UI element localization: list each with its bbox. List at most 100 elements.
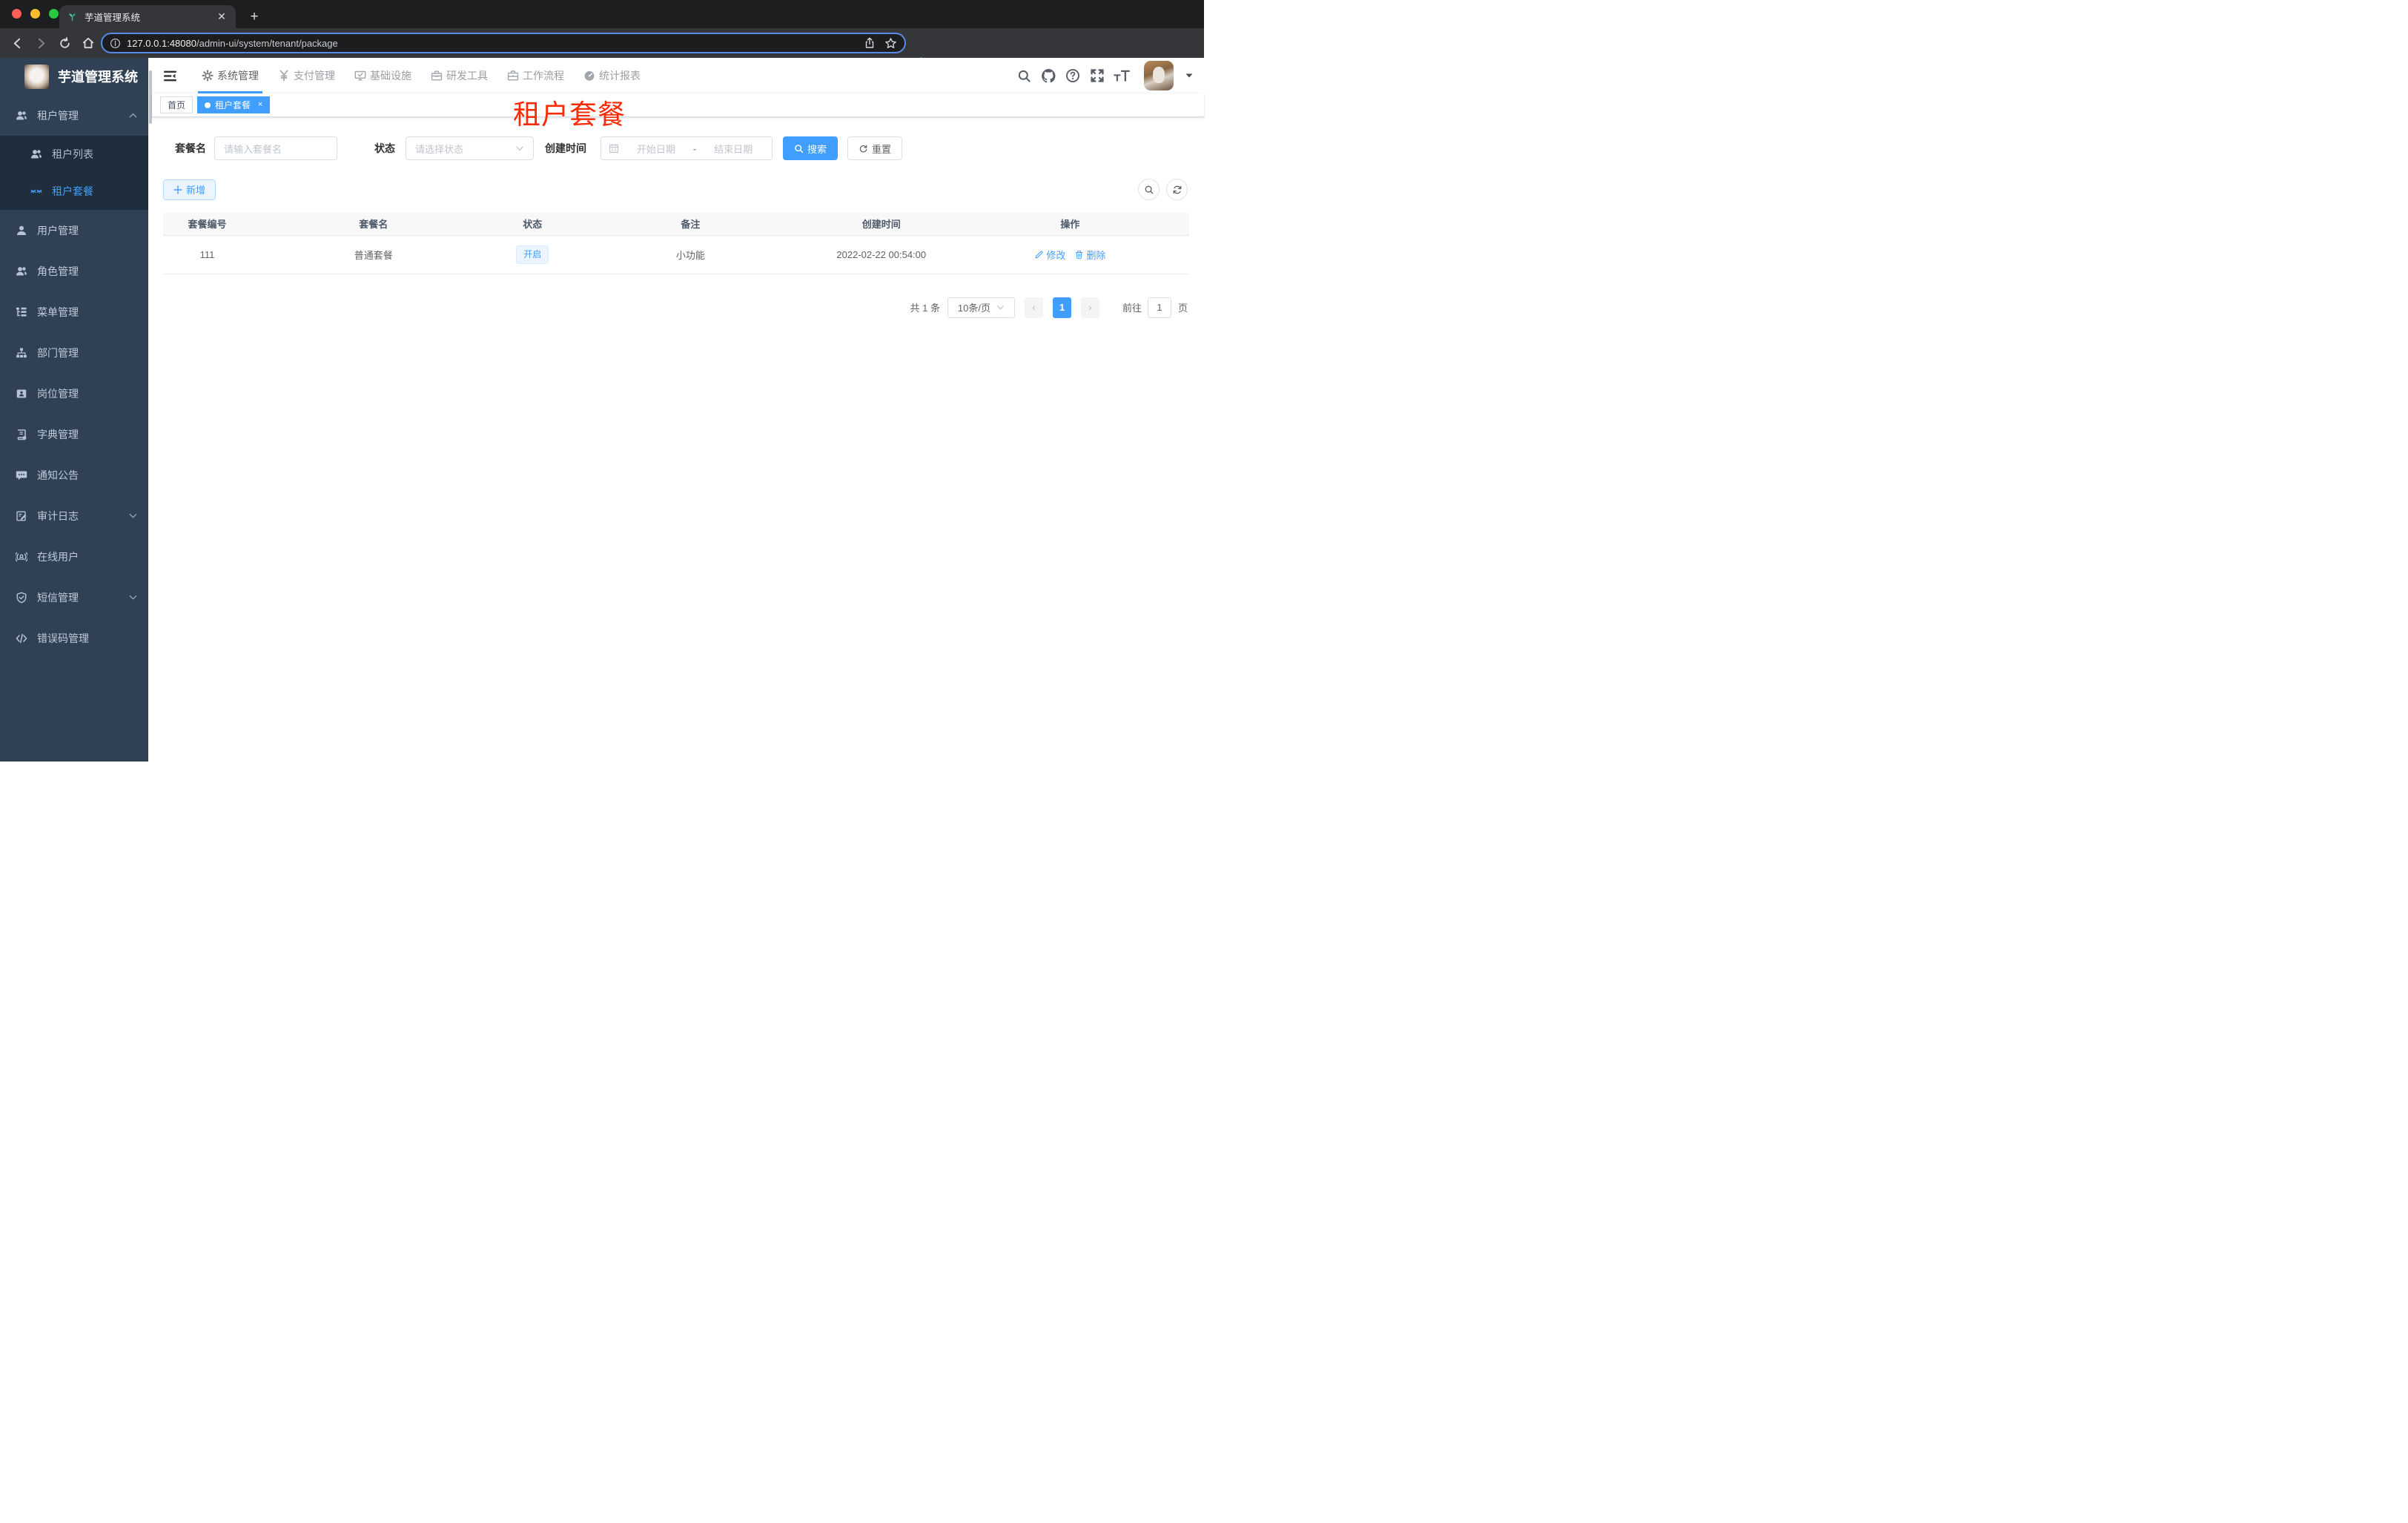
top-menu-支付管理[interactable]: 支付管理	[268, 58, 345, 93]
filter-form: 套餐名 请输入套餐名 状态 请选择状态 创建时间 开始日期 - 结束日期 搜索	[175, 136, 1189, 160]
sidebar-item-label: 短信管理	[37, 591, 79, 604]
status-label: 状态	[374, 142, 395, 154]
status-badge[interactable]: 开启	[516, 245, 549, 264]
arrow-down-icon	[128, 592, 138, 602]
add-button[interactable]: 新增	[163, 179, 216, 200]
sidebar-item-审计日志[interactable]: 审计日志	[0, 495, 148, 536]
sidebar-item-label: 审计日志	[37, 509, 79, 522]
sidebar-submenu: 租户列表 租户套餐	[0, 136, 148, 210]
lashes-icon	[30, 185, 42, 197]
tag-close-icon[interactable]: ×	[255, 100, 265, 110]
users-icon	[16, 265, 27, 277]
share-icon[interactable]	[864, 37, 876, 49]
avatar-caret-down-icon[interactable]	[1185, 71, 1194, 80]
help-icon[interactable]	[1065, 67, 1081, 84]
start-date-placeholder[interactable]: 开始日期	[625, 142, 687, 156]
table-header-套餐编号: 套餐编号	[163, 213, 252, 235]
table-header-创建时间: 创建时间	[811, 213, 951, 235]
sidebar-item-角色管理[interactable]: 角色管理	[0, 251, 148, 291]
app-logo[interactable]: 芋道管理系统	[0, 58, 148, 95]
browser-toolbar: 127.0.0.1:48080/admin-ui/system/tenant/p…	[0, 28, 1204, 81]
fullscreen-icon[interactable]	[1089, 67, 1105, 84]
tag-首页[interactable]: 首页	[160, 96, 194, 113]
sidebar-item-label: 错误码管理	[37, 632, 89, 644]
user-avatar[interactable]	[1144, 61, 1174, 90]
chevron-down-icon	[515, 144, 524, 153]
log-icon	[16, 510, 27, 522]
top-menu-基础设施[interactable]: 基础设施	[345, 58, 421, 93]
top-menu-统计报表[interactable]: 统计报表	[574, 58, 650, 93]
bookmark-star-icon[interactable]	[884, 37, 897, 50]
next-page-button[interactable]: ›	[1080, 297, 1099, 318]
url-host: 127.0.0.1:48080	[127, 37, 196, 49]
goto-page-input[interactable]: 1	[1147, 297, 1171, 318]
minimize-window-button[interactable]	[30, 9, 40, 19]
sidebar-subitem-租户列表[interactable]: 租户列表	[0, 136, 148, 173]
current-page-button[interactable]: 1	[1052, 297, 1071, 318]
top-navbar: 系统管理 支付管理 基础设施 研发工具 工作流程 统计报表	[152, 58, 1204, 93]
tab-close-icon[interactable]: ✕	[215, 10, 228, 24]
url-bar[interactable]: 127.0.0.1:48080/admin-ui/system/tenant/p…	[101, 33, 906, 53]
top-menu-工作流程[interactable]: 工作流程	[497, 58, 574, 93]
arrow-down-icon	[128, 511, 138, 521]
page-size-select[interactable]: 10条/页	[947, 297, 1015, 318]
top-menu-label: 支付管理	[294, 70, 335, 82]
cell-created-time: 2022-02-22 00:54:00	[811, 235, 951, 274]
font-size-icon[interactable]	[1114, 67, 1130, 84]
reset-button[interactable]: 重置	[847, 136, 903, 160]
url-text[interactable]: 127.0.0.1:48080/admin-ui/system/tenant/p…	[127, 38, 855, 49]
top-menu-研发工具[interactable]: 研发工具	[421, 58, 497, 93]
sidebar-item-用户管理[interactable]: 用户管理	[0, 210, 148, 251]
sidebar-item-部门管理[interactable]: 部门管理	[0, 332, 148, 373]
red-annotation-text: 租户套餐	[513, 99, 626, 130]
sidebar-item-通知公告[interactable]: 通知公告	[0, 455, 148, 495]
date-range-picker[interactable]: 开始日期 - 结束日期	[601, 136, 773, 160]
sidebar-collapse-icon[interactable]	[161, 67, 179, 85]
search-button[interactable]: 搜索	[783, 136, 838, 160]
show-search-toggle-button[interactable]	[1138, 179, 1160, 200]
code-icon	[16, 632, 27, 644]
close-window-button[interactable]	[12, 9, 22, 19]
pagination-total: 共 1 条	[910, 303, 940, 314]
delete-link[interactable]: 删除	[1074, 248, 1105, 262]
sidebar-item-label: 菜单管理	[37, 305, 79, 318]
sidebar-subitem-租户套餐[interactable]: 租户套餐	[0, 173, 148, 210]
chevron-down-icon	[996, 303, 1005, 311]
sidebar-item-在线用户[interactable]: 在线用户	[0, 536, 148, 577]
cell-status: 开启	[495, 235, 570, 274]
table-header-套餐名: 套餐名	[251, 213, 496, 235]
github-icon[interactable]	[1040, 67, 1056, 84]
tag-租户套餐[interactable]: 租户套餐 ×	[197, 96, 271, 113]
page-size-value: 10条/页	[957, 303, 990, 314]
top-menu-系统管理[interactable]: 系统管理	[192, 58, 268, 93]
table-row: 111 普通套餐 开启 小功能 2022-02-22 00:54:00 修改 删除	[163, 235, 1189, 274]
sidebar-item-菜单管理[interactable]: 菜单管理	[0, 291, 148, 332]
site-info-icon[interactable]	[110, 38, 121, 49]
sidebar-item-错误码管理[interactable]: 错误码管理	[0, 618, 148, 658]
toolbox-icon	[431, 70, 443, 82]
sidebar-item-字典管理[interactable]: 字典管理	[0, 414, 148, 455]
sidebar-item-租户管理[interactable]: 租户管理	[0, 95, 148, 136]
zoom-window-button[interactable]	[49, 9, 59, 19]
edit-link[interactable]: 修改	[1034, 248, 1065, 262]
package-name-input[interactable]: 请输入套餐名	[214, 136, 337, 160]
sidebar-scrollbar-thumb[interactable]	[148, 70, 152, 124]
app-title: 芋道管理系统	[58, 70, 138, 85]
status-select[interactable]: 请选择状态	[406, 136, 534, 160]
forward-icon[interactable]	[31, 33, 50, 53]
new-tab-button[interactable]: +	[245, 7, 264, 27]
browser-tab-strip: 芋道管理系统 ✕ +	[0, 0, 1204, 28]
reset-button-label: 重置	[872, 143, 892, 155]
prev-page-button[interactable]: ‹	[1024, 297, 1043, 318]
browser-tab[interactable]: 芋道管理系统 ✕	[59, 5, 236, 28]
reload-icon[interactable]	[55, 33, 74, 53]
back-icon[interactable]	[7, 33, 27, 53]
refresh-table-button[interactable]	[1166, 179, 1188, 200]
end-date-placeholder[interactable]: 结束日期	[702, 142, 764, 156]
sidebar-item-短信管理[interactable]: 短信管理	[0, 577, 148, 618]
home-icon[interactable]	[79, 33, 98, 53]
dict-icon	[16, 429, 27, 440]
sidebar-item-岗位管理[interactable]: 岗位管理	[0, 373, 148, 414]
briefcase-icon	[507, 70, 519, 82]
search-icon[interactable]	[1016, 67, 1032, 84]
